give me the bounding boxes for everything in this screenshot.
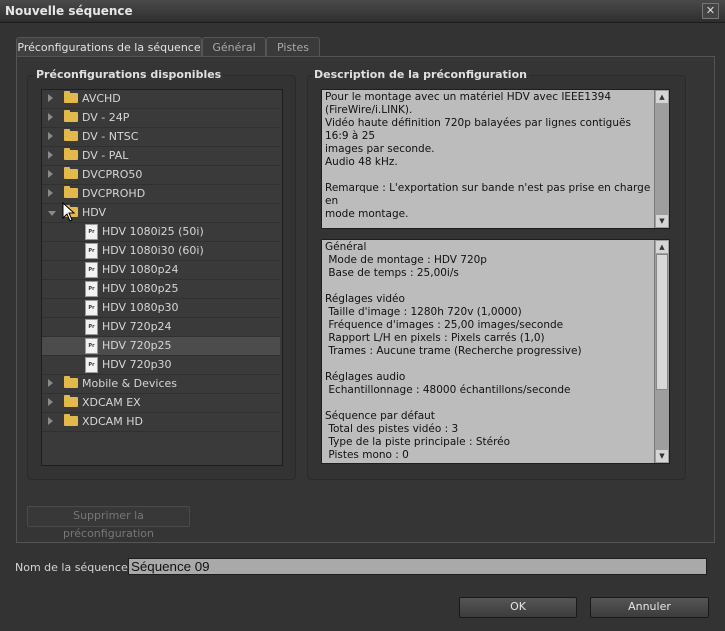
tree-folder-item[interactable]: XDCAM EX xyxy=(42,394,280,413)
tree-folder-item[interactable]: DVCPROHD xyxy=(42,185,280,204)
tab-tracks[interactable]: Pistes xyxy=(266,37,320,57)
folder-icon xyxy=(64,376,78,388)
tree-preset-item[interactable]: Pr HDV 1080p24 xyxy=(42,261,280,280)
tree-item-label: DVCPRO50 xyxy=(82,168,143,181)
folder-icon xyxy=(64,129,78,141)
tree-preset-item[interactable]: Pr HDV 1080p25 xyxy=(42,280,280,299)
tree-item-label: DV - PAL xyxy=(82,149,129,162)
preset-file-icon: Pr xyxy=(85,243,98,259)
tree-item-label: HDV 1080p30 xyxy=(102,301,179,314)
tree-item-label: DVCPROHD xyxy=(82,187,146,200)
tree-preset-item[interactable]: Pr HDV 1080p30 xyxy=(42,299,280,318)
details-textbox[interactable]: Général Mode de montage : HDV 720p Base … xyxy=(321,239,670,464)
description-title: Description de la préconfiguration xyxy=(312,68,529,81)
tree-preset-item[interactable]: Pr HDV 1080i25 (50i) xyxy=(42,223,280,242)
folder-icon xyxy=(64,186,78,198)
tree-folder-item[interactable]: HDV xyxy=(42,204,280,223)
close-button[interactable]: ✕ xyxy=(702,3,719,19)
tab-sequence-presets[interactable]: Préconfigurations de la séquence xyxy=(16,37,202,58)
presets-title: Préconfigurations disponibles xyxy=(34,68,224,81)
tree-item-label: HDV xyxy=(82,206,107,219)
details-text: Général Mode de montage : HDV 720p Base … xyxy=(325,241,582,461)
collapsed-arrow-icon[interactable] xyxy=(48,113,53,121)
mouse-cursor-icon xyxy=(62,201,76,225)
tree-preset-item[interactable]: Pr HDV 720p30 xyxy=(42,356,280,375)
tree-folder-item[interactable]: DV - PAL xyxy=(42,147,280,166)
collapsed-arrow-icon[interactable] xyxy=(48,151,53,159)
description-text: Pour le montage avec un matériel HDV ave… xyxy=(325,91,651,220)
tree-preset-item[interactable]: Pr HDV 1080i30 (60i) xyxy=(42,242,280,261)
description-scrollbar[interactable]: ▲ ▼ xyxy=(654,90,669,228)
delete-preset-button[interactable]: Supprimer la préconfiguration xyxy=(27,506,190,540)
collapsed-arrow-icon[interactable] xyxy=(48,379,53,387)
tree-item-label: HDV 720p24 xyxy=(102,320,172,333)
tree-item-label: XDCAM HD xyxy=(82,415,143,428)
preset-file-icon: Pr xyxy=(85,357,98,373)
tree-item-label: HDV 720p30 xyxy=(102,358,172,371)
cancel-button[interactable]: Annuler xyxy=(590,597,709,618)
folder-icon xyxy=(64,395,78,407)
tree-item-label: HDV 1080i25 (50i) xyxy=(102,225,204,238)
collapsed-arrow-icon[interactable] xyxy=(48,132,53,140)
description-textbox[interactable]: Pour le montage avec un matériel HDV ave… xyxy=(321,89,670,229)
preset-file-icon: Pr xyxy=(85,338,98,354)
scroll-down-icon[interactable]: ▼ xyxy=(656,215,668,227)
tree-item-label: HDV 1080i30 (60i) xyxy=(102,244,204,257)
expanded-arrow-icon[interactable] xyxy=(48,211,56,216)
tree-item-label: DV - 24P xyxy=(82,111,130,124)
folder-icon xyxy=(64,91,78,103)
sequence-name-input[interactable] xyxy=(128,558,707,575)
ok-button[interactable]: OK xyxy=(459,597,577,618)
collapsed-arrow-icon[interactable] xyxy=(48,94,53,102)
scroll-up-icon[interactable]: ▲ xyxy=(656,241,668,253)
tree-item-label: XDCAM EX xyxy=(82,396,141,409)
folder-icon xyxy=(64,414,78,426)
tree-item-label: DV - NTSC xyxy=(82,130,139,143)
preset-file-icon: Pr xyxy=(85,319,98,335)
tree-item-label: AVCHD xyxy=(82,92,121,105)
tree-item-label: HDV 720p25 xyxy=(102,339,172,352)
tree-folder-item[interactable]: DV - 24P xyxy=(42,109,280,128)
folder-icon xyxy=(64,110,78,122)
sequence-name-label: Nom de la séquence : xyxy=(15,561,135,574)
window-title: Nouvelle séquence xyxy=(5,4,133,18)
folder-icon xyxy=(64,148,78,160)
scroll-thumb[interactable] xyxy=(656,254,668,390)
tree-item-label: HDV 1080p25 xyxy=(102,282,179,295)
collapsed-arrow-icon[interactable] xyxy=(48,189,53,197)
details-scrollbar[interactable]: ▲ ▼ xyxy=(654,240,669,463)
scroll-up-icon[interactable]: ▲ xyxy=(656,91,668,103)
tree-preset-item[interactable]: Pr HDV 720p25 xyxy=(42,337,280,356)
tree-folder-item[interactable]: AVCHD xyxy=(42,90,280,109)
tree-folder-item[interactable]: DVCPRO50 xyxy=(42,166,280,185)
preset-file-icon: Pr xyxy=(85,262,98,278)
collapsed-arrow-icon[interactable] xyxy=(48,417,53,425)
collapsed-arrow-icon[interactable] xyxy=(48,398,53,406)
folder-icon xyxy=(64,167,78,179)
presets-tree[interactable]: AVCHD DV - 24P DV - NTSC DV - PAL DVCPRO50 DV… xyxy=(41,89,283,466)
tab-general[interactable]: Général xyxy=(202,37,266,57)
tree-item-label: Mobile & Devices xyxy=(82,377,178,390)
preset-file-icon: Pr xyxy=(85,224,98,240)
tree-item-label: HDV 1080p24 xyxy=(102,263,179,276)
tree-folder-item[interactable]: Mobile & Devices xyxy=(42,375,280,394)
tree-folder-item[interactable]: XDCAM HD xyxy=(42,413,280,432)
title-bar: Nouvelle séquence ✕ xyxy=(0,0,725,23)
collapsed-arrow-icon[interactable] xyxy=(48,170,53,178)
scroll-down-icon[interactable]: ▼ xyxy=(656,450,668,462)
tree-preset-item[interactable]: Pr HDV 720p24 xyxy=(42,318,280,337)
preset-file-icon: Pr xyxy=(85,300,98,316)
tree-folder-item[interactable]: DV - NTSC xyxy=(42,128,280,147)
preset-file-icon: Pr xyxy=(85,281,98,297)
